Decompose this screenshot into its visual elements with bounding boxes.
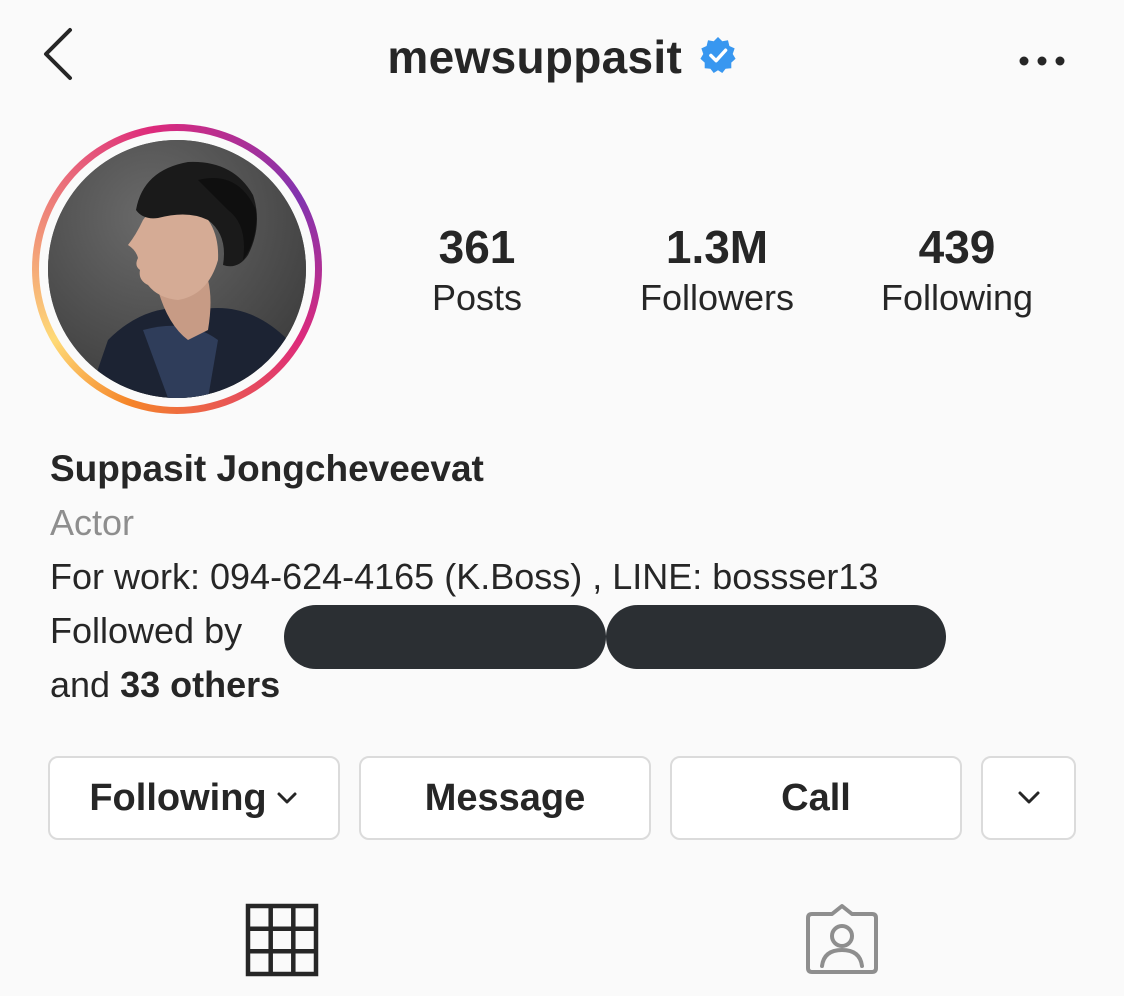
suggested-accounts-button[interactable]	[981, 756, 1076, 840]
back-button[interactable]	[40, 26, 80, 86]
profile-full-name: Suppasit Jongcheveevat	[50, 448, 484, 489]
tagged-person-icon	[806, 904, 878, 974]
message-button-label: Message	[424, 776, 586, 819]
redacted-follower-1[interactable]	[284, 605, 606, 669]
following-stat[interactable]: 439 Following	[837, 220, 1077, 322]
following-label: Following	[880, 277, 1034, 318]
profile-username: mewsuppasit	[387, 31, 683, 83]
followers-count: 1.3M	[665, 221, 769, 273]
following-button-label: Following	[89, 776, 267, 819]
avatar-image	[48, 140, 306, 398]
posts-label: Posts	[431, 277, 523, 318]
followed-by-label: Followed by	[50, 610, 243, 651]
followers-label: Followers	[639, 277, 795, 318]
profile-category: Actor	[50, 502, 135, 543]
more-options-button[interactable]	[1016, 46, 1068, 76]
profile-avatar[interactable]	[48, 140, 306, 398]
tab-tagged[interactable]	[802, 900, 882, 980]
mutual-followers[interactable]: and 33 others	[50, 664, 280, 706]
verified-badge-icon	[700, 36, 736, 74]
more-horizontal-icon	[1019, 56, 1065, 66]
redacted-follower-2[interactable]	[606, 605, 946, 669]
chevron-down-icon	[277, 792, 297, 804]
posts-stat[interactable]: 361 Posts	[357, 220, 597, 322]
following-button[interactable]: Following	[48, 756, 340, 840]
call-button-label: Call	[781, 776, 851, 819]
chevron-left-icon	[44, 28, 72, 80]
chevron-down-icon	[1018, 791, 1039, 804]
message-button[interactable]: Message	[359, 756, 651, 840]
tab-grid[interactable]	[242, 900, 322, 980]
others-count: 33 others	[120, 664, 281, 705]
followers-stat[interactable]: 1.3M Followers	[597, 220, 837, 322]
header-title: mewsuppasit	[0, 30, 1124, 84]
grid-icon	[245, 903, 319, 977]
posts-count: 361	[438, 221, 516, 273]
profile-bio: For work: 094-624-4165 (K.Boss) , LINE: …	[50, 556, 879, 597]
following-count: 439	[918, 221, 996, 273]
call-button[interactable]: Call	[670, 756, 962, 840]
and-text: and	[50, 664, 111, 705]
